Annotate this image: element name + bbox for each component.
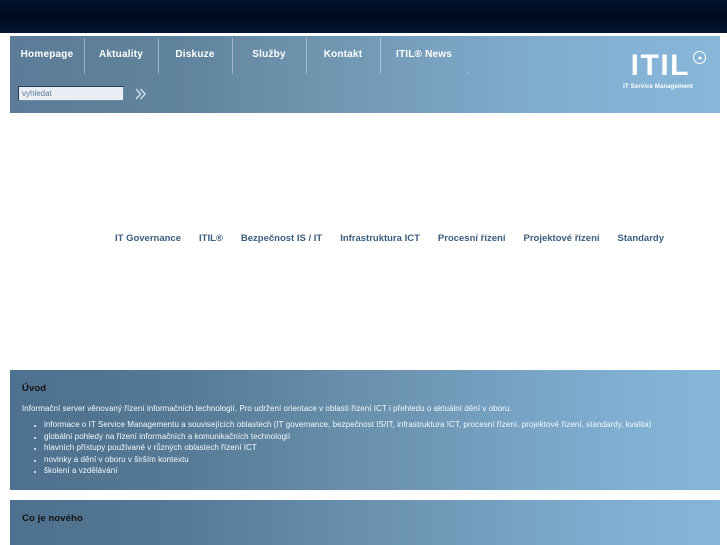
nav-separator [158,72,159,74]
nav-separator [306,72,307,74]
search-submit-button[interactable] [134,87,148,101]
nav-separator [232,72,233,74]
nav-item-label: ITIL® News [395,48,453,60]
search-form [18,86,148,101]
category-link-itil[interactable]: ITIL® [199,233,223,244]
category-links: IT Governance ITIL® Bezpečnost IS / IT I… [115,233,664,244]
category-link-standardy[interactable]: Standardy [618,233,664,244]
main-navigation: Homepage Aktuality Diskuze Služby Kontak… [10,36,720,72]
nav-item-kontakt[interactable]: Kontakt [306,36,380,72]
itil-logo[interactable]: ITIL IT Service Management [623,50,706,90]
intro-panel-paragraph: Informační server věnovaný řízení inform… [22,404,512,413]
news-panel-title: Co je nového [22,513,83,524]
nav-item-label: Aktuality [98,48,144,60]
category-link-projektove-rizeni[interactable]: Projektové řízení [524,233,600,244]
nav-item-aktuality[interactable]: Aktuality [84,36,158,72]
nav-item-itil-news[interactable]: ITIL® News [380,36,468,72]
nav-item-sluzby[interactable]: Služby [232,36,306,72]
list-item: hlavních přístupy používané v různých ob… [44,442,720,454]
intro-panel-title: Úvod [22,383,47,394]
nav-separator [84,72,85,74]
intro-bullet-list: informace o IT Service Managementu a sou… [10,419,720,477]
category-link-bezpecnost-is-it[interactable]: Bezpečnost IS / IT [241,233,322,244]
nav-separator [380,72,381,74]
search-input[interactable] [18,86,124,101]
site-header: Homepage Aktuality Diskuze Služby Kontak… [10,36,720,113]
intro-panel: Úvod Informační server věnovaný řízení i… [10,370,720,490]
list-item: školení a vzdělávání [44,465,720,477]
logo-tagline: IT Service Management [623,84,693,90]
category-link-it-governance[interactable]: IT Governance [115,233,181,244]
category-link-procesni-rizeni[interactable]: Procesní řízení [438,233,506,244]
top-dark-bar [0,0,727,33]
list-item: globální pohledy na řízení informačních … [44,431,720,443]
nav-item-label: Diskuze [175,48,215,60]
nav-item-label: Kontakt [323,48,363,60]
nav-item-diskuze[interactable]: Diskuze [158,36,232,72]
logo-wordmark: ITIL [630,49,690,82]
double-chevron-right-icon [135,88,146,99]
registered-trademark-icon [693,51,706,64]
category-link-infrastruktura-ict[interactable]: Infrastruktura ICT [340,233,420,244]
list-item: novinky a dění v oboru v širším kontextu [44,454,720,466]
list-item: informace o IT Service Managementu a sou… [44,419,720,431]
nav-item-homepage[interactable]: Homepage [10,36,84,72]
news-panel: Co je nového [10,500,720,545]
nav-item-label: Homepage [20,48,74,60]
nav-separator [468,72,469,74]
nav-item-label: Služby [252,48,286,60]
